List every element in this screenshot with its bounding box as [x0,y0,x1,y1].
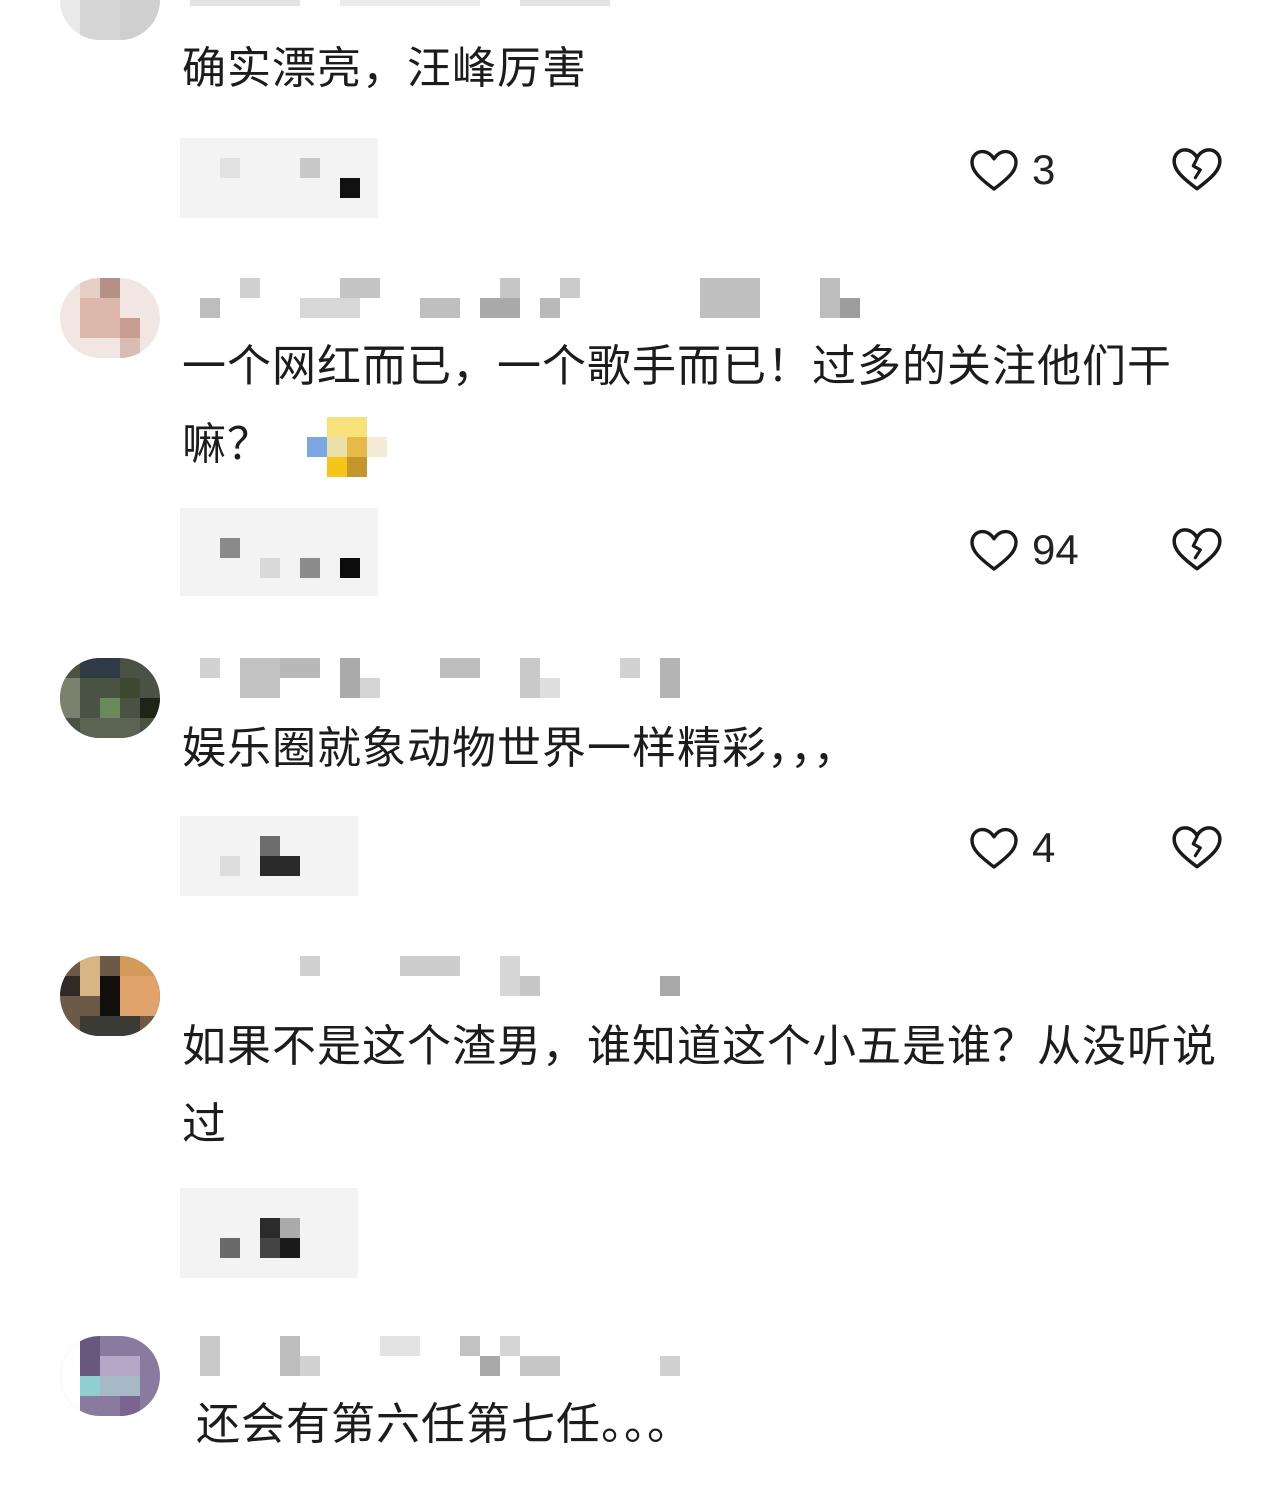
comment-item: 娱乐圈就象动物世界一样精彩，，， 4 [0,630,1279,920]
avatar[interactable] [60,956,160,1036]
broken-heart-icon [1172,148,1222,191]
comment-text: 一个网红而已，一个歌手而已！过多的关注他们干嘛？ [182,328,1232,484]
avatar[interactable] [60,0,160,40]
heart-outline-icon [970,529,1018,571]
avatar[interactable] [60,658,160,738]
emoji-blurred [307,417,387,477]
comment-item: 确实漂亮，汪峰厉害 3 [0,0,1279,230]
like-count: 94 [1032,526,1079,573]
avatar[interactable] [60,1336,160,1416]
comment-item: 还会有第六任第七任。。。 [0,1310,1279,1487]
broken-heart-icon [1172,528,1222,571]
heart-outline-icon [970,827,1018,869]
username-blurred[interactable] [180,278,880,318]
dislike-button[interactable] [1170,144,1224,198]
reply-button-blurred[interactable] [180,138,378,218]
reply-button-blurred[interactable] [180,508,378,596]
dislike-button[interactable] [1170,524,1224,578]
username-blurred[interactable] [180,1336,880,1376]
username-blurred[interactable] [180,956,880,996]
broken-heart-icon [1172,826,1222,869]
like-count: 3 [1032,146,1056,193]
comment-text: 还会有第六任第七任。。。 [196,1399,692,1450]
comment-text: 娱乐圈就象动物世界一样精彩，，， [182,723,858,774]
dislike-button[interactable] [1170,822,1224,876]
comment-text: 确实漂亮，汪峰厉害 [182,43,587,94]
like-button[interactable]: 3 [968,146,1055,194]
avatar[interactable] [60,278,160,358]
reply-button-blurred[interactable] [180,816,358,896]
username-blurred[interactable] [180,658,880,698]
heart-outline-icon [970,149,1018,191]
comment-text: 如果不是这个渣男，谁知道这个小五是谁？从没听说过 [182,1021,1217,1150]
reply-button-blurred[interactable] [180,1188,358,1278]
like-count: 4 [1032,824,1056,871]
like-button[interactable]: 4 [968,824,1055,872]
like-button[interactable]: 94 [968,526,1079,574]
comment-item: 如果不是这个渣男，谁知道这个小五是谁？从没听说过 [0,930,1279,1300]
comment-item: 一个网红而已，一个歌手而已！过多的关注他们干嘛？ 94 [0,230,1279,610]
